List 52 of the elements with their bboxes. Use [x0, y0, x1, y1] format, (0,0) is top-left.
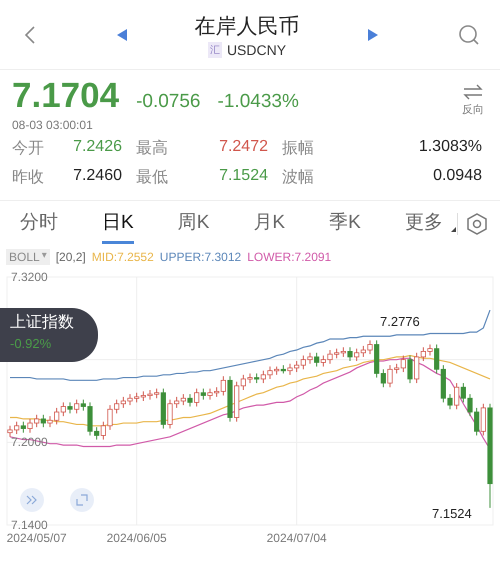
index-change: -0.92% — [10, 336, 52, 351]
search-icon[interactable] — [458, 24, 480, 46]
dropdown-corner-icon — [450, 227, 456, 232]
axis-label: 7.3200 — [10, 270, 49, 284]
stat-label: 今开 — [12, 139, 45, 159]
stat-value: 7.2472 — [218, 138, 269, 157]
indicator-value: LOWER:7.2091 — [247, 250, 332, 264]
stat-label: 振幅 — [282, 139, 315, 159]
period-tab[interactable]: 更多 — [404, 203, 443, 244]
swap-arrows-icon[interactable] — [463, 84, 483, 100]
date-label: 2024/06/05 — [106, 531, 167, 545]
expand-sidebar-button[interactable] — [20, 488, 44, 512]
indicator-value: UPPER:7.3012 — [160, 250, 242, 264]
page-title: 在岸人民币 — [194, 14, 300, 40]
next-triangle-icon[interactable] — [368, 28, 378, 40]
settings-icon[interactable] — [457, 212, 488, 234]
axis-label: 7.1400 — [10, 518, 49, 532]
stat-label: 波幅 — [282, 168, 315, 188]
expand-corners-icon — [76, 494, 88, 506]
period-tab[interactable]: 季K — [329, 203, 361, 244]
high-price-label: 7.2776 — [380, 314, 420, 329]
stat-label: 昨收 — [12, 168, 45, 188]
symbol-code: USDCNY — [226, 42, 286, 58]
period-tab[interactable]: 分时 — [20, 203, 58, 244]
fullscreen-button[interactable] — [70, 488, 94, 512]
stat-value: 1.3083% — [418, 138, 482, 157]
indicator-value: MID:7.2552 — [92, 250, 154, 264]
low-price-label: 7.1524 — [432, 506, 472, 521]
double-chevron-icon — [26, 495, 38, 505]
stat-value: 7.2426 — [72, 138, 123, 157]
index-card[interactable]: 上证指数 -0.92% — [0, 308, 98, 362]
stat-value: 7.2460 — [72, 167, 123, 186]
market-tag: 汇 — [208, 42, 222, 58]
stat-label: 最低 — [136, 168, 169, 188]
stat-value: 0.0948 — [432, 167, 482, 186]
period-tab[interactable]: 月K — [253, 203, 286, 244]
stat-value: 7.1524 — [218, 167, 269, 186]
previous-triangle-icon[interactable] — [116, 28, 126, 40]
date-label: 2024/07/04 — [266, 531, 327, 545]
stat-label: 最高 — [136, 138, 169, 159]
indicator-selector[interactable]: BOLL ▾ — [6, 249, 50, 265]
percent-change: -1.0433% — [218, 91, 299, 113]
current-price: 7.1704 — [12, 76, 120, 116]
reverse-label: 反向 — [462, 103, 484, 117]
date-label: 2024/05/07 — [6, 531, 67, 545]
period-tab[interactable]: 日K — [102, 203, 134, 244]
index-name: 上证指数 — [10, 312, 75, 333]
back-icon[interactable] — [24, 24, 36, 44]
period-tab[interactable]: 周K — [178, 203, 210, 244]
price-change: -0.0756 — [136, 91, 201, 113]
indicator-params: [20,2] — [56, 250, 86, 264]
quote-time: 08-03 03:00:01 — [12, 118, 94, 132]
